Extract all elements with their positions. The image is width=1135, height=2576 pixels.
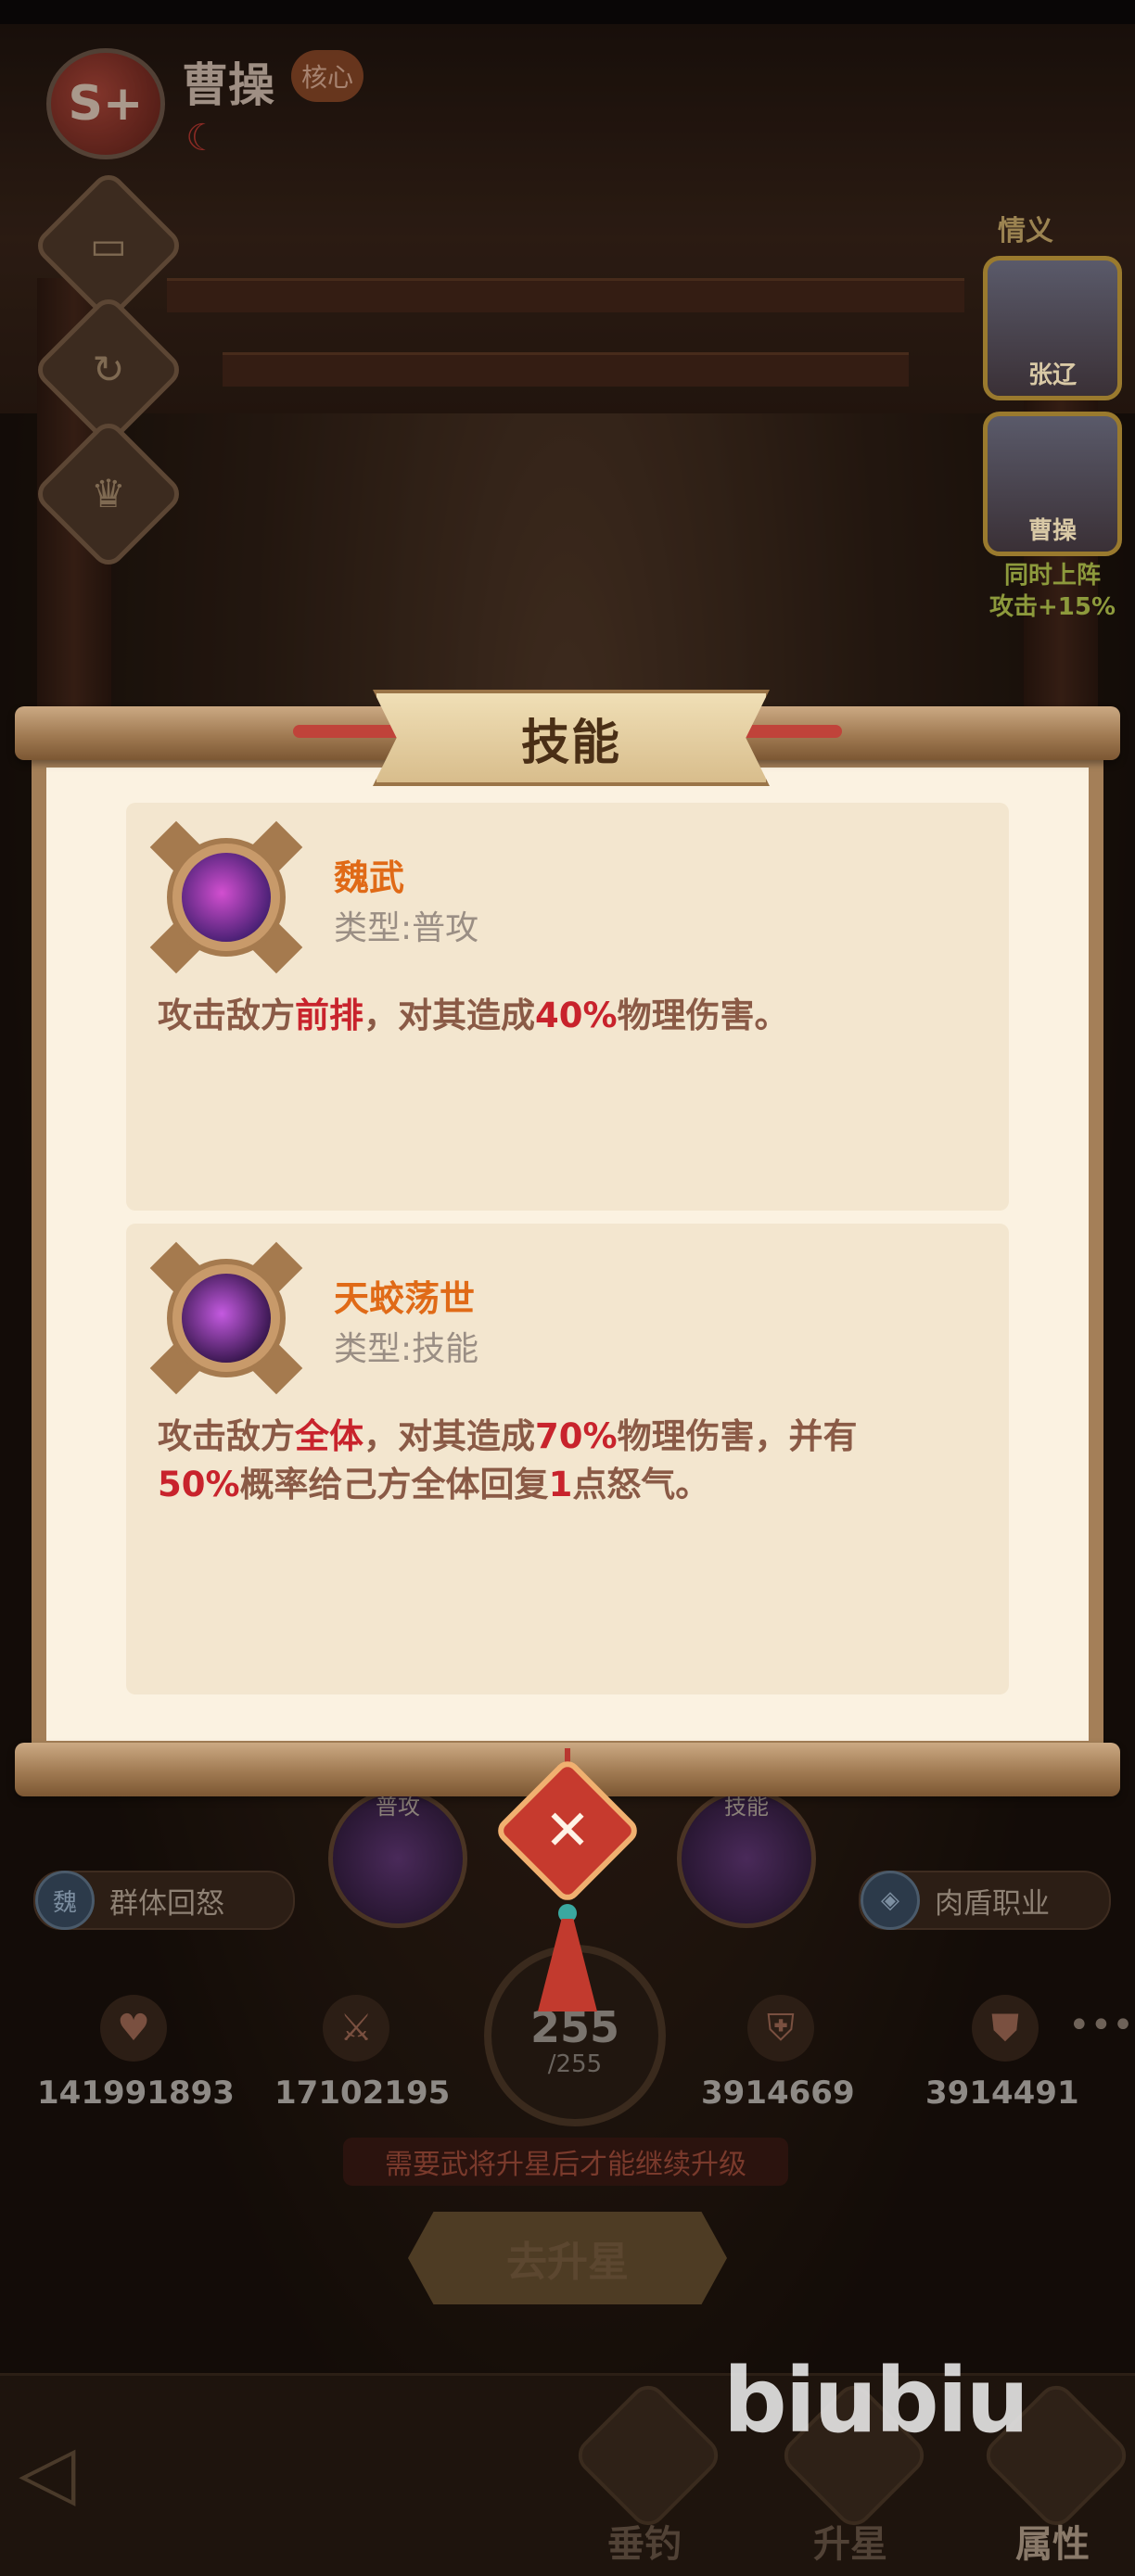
skill-name: 魏武	[334, 857, 405, 898]
hero-name: 曹操	[182, 58, 274, 112]
bond-partner-card[interactable]: 曹操	[983, 412, 1122, 556]
status-bar	[0, 0, 1135, 24]
level-max: /255	[547, 2050, 603, 2078]
watermark-logo: biubiu	[723, 2349, 1029, 2453]
bond-partner-name: 曹操	[1027, 517, 1077, 545]
skill-description: 攻击敌方全体，对其造成70%物理伤害，并有 50%概率给己方全体回复1点怒气。	[158, 1416, 858, 1504]
armor-shield-icon: ⛨	[747, 1995, 814, 2062]
skill-icon[interactable]	[149, 1241, 303, 1395]
nav-tab-label: 垂钓	[607, 2523, 682, 2566]
card-icon: ▭	[90, 222, 127, 268]
nav-tab-fishing[interactable]: 垂钓	[566, 2378, 726, 2573]
bond-note-line: 同时上阵	[1003, 562, 1101, 590]
more-stats-icon[interactable]: •••	[1068, 2004, 1134, 2047]
heart-icon: ♥	[100, 1995, 167, 2062]
upgrade-warning: 需要武将升星后才能继续升级	[343, 2138, 788, 2186]
fishing-icon	[570, 2378, 726, 2533]
skill-icon[interactable]	[149, 820, 303, 974]
bond-label: 情义	[998, 215, 1053, 247]
bond-partner-card[interactable]: 张辽	[983, 256, 1122, 400]
stat-magic-defense: 3914491	[925, 2075, 1079, 2112]
moon-icon: ☾	[185, 117, 219, 159]
skill-name: 天蛟荡世	[334, 1278, 476, 1319]
normal-attack-skill-slot[interactable]: 普攻	[328, 1789, 467, 1928]
active-skill-slot[interactable]: 技能	[677, 1789, 816, 1928]
trait-pill-group-rage[interactable]: 魏 群体回怒	[33, 1871, 295, 1930]
wei-faction-icon: 魏	[35, 1871, 95, 1930]
bond-bonus-note: 同时上阵 攻击+15%	[974, 560, 1131, 623]
core-tag: 核心	[291, 50, 363, 102]
trait-pill-tank-role[interactable]: ◈ 肉盾职业	[859, 1871, 1111, 1930]
magic-shield-icon: ⛊	[972, 1995, 1039, 2062]
bond-partner-name: 张辽	[1027, 362, 1077, 389]
back-arrow-icon[interactable]: ◁	[19, 2429, 167, 2521]
armor-icon: ♛	[91, 471, 126, 516]
skill-description: 攻击敌方前排，对其造成40%物理伤害。	[158, 996, 789, 1035]
crossed-swords-icon: ⚔	[323, 1995, 389, 2062]
tian-jiao-skill-icon	[182, 1274, 271, 1363]
bond-note-line: 攻击+15%	[988, 593, 1116, 621]
trait-label: 群体回怒	[109, 1886, 224, 1921]
skill-card: 天蛟荡世 类型:技能 攻击敌方全体，对其造成70%物理伤害，并有 50%概率给己方…	[126, 1224, 1009, 1694]
dialog-title: 技能	[373, 690, 770, 786]
nav-tab-label: 属性	[1015, 2523, 1090, 2566]
skill-type: 类型:普攻	[334, 909, 479, 947]
go-star-up-button[interactable]: 去升星	[408, 2212, 727, 2304]
trait-label: 肉盾职业	[935, 1886, 1050, 1921]
refresh-icon: ↻	[92, 347, 125, 392]
nav-tab-label: 升星	[813, 2523, 887, 2566]
close-icon: ✕	[543, 1798, 592, 1863]
wei-wu-skill-icon	[182, 853, 271, 942]
stat-defense: 3914669	[701, 2075, 855, 2112]
skill-type: 类型:技能	[334, 1330, 479, 1368]
stat-attack: 17102195	[274, 2075, 451, 2112]
skill-card: 魏武 类型:普攻 攻击敌方前排，对其造成40%物理伤害。	[126, 803, 1009, 1211]
stat-hp: 141991893	[37, 2075, 235, 2112]
hero-rank-badge: S+	[46, 48, 165, 159]
shield-icon: ◈	[861, 1871, 920, 1930]
